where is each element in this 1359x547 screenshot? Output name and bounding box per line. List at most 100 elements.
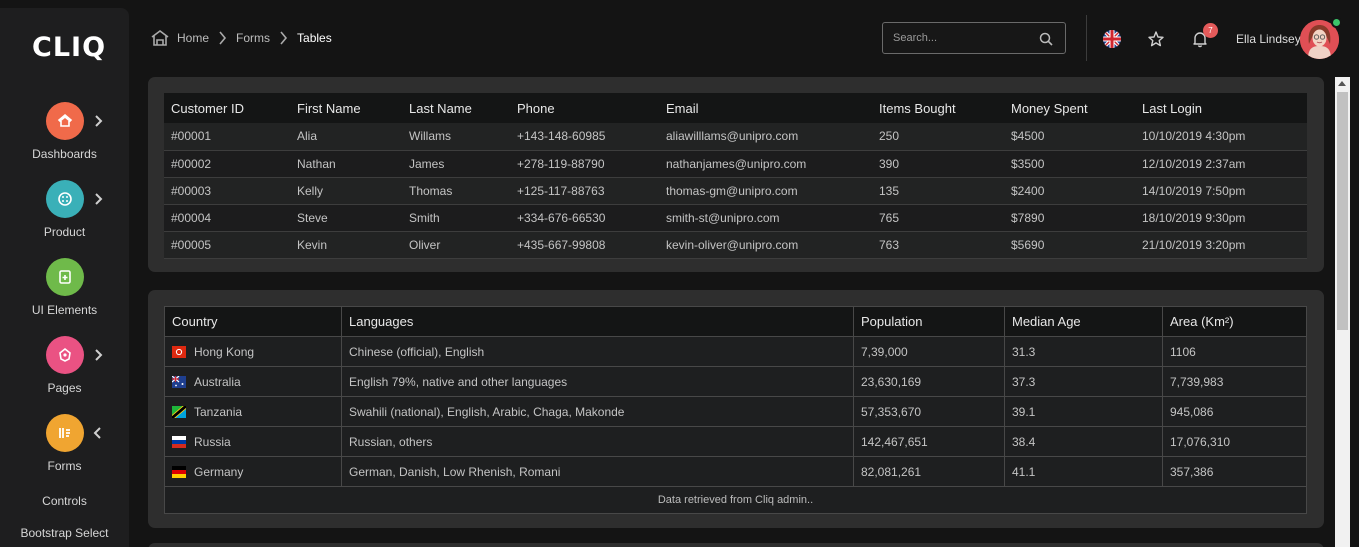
table-row[interactable]: Germany German, Danish, Low Rhenish, Rom… bbox=[164, 456, 1307, 487]
column-header[interactable]: Population bbox=[853, 306, 1005, 337]
cell-first-name: Kelly bbox=[290, 177, 402, 205]
cell-customer-id: #00001 bbox=[164, 123, 290, 151]
country-name: Tanzania bbox=[194, 404, 243, 419]
column-header[interactable]: Money Spent bbox=[1004, 93, 1135, 123]
table-row[interactable]: Australia English 79%, native and other … bbox=[164, 366, 1307, 397]
breadcrumb-forms[interactable]: Forms bbox=[236, 31, 270, 45]
brand-logo[interactable]: CLIQ bbox=[32, 32, 106, 63]
scroll-up-arrow[interactable] bbox=[1338, 81, 1346, 86]
cell-first-name: Steve bbox=[290, 204, 402, 232]
uk-flag-icon[interactable] bbox=[1103, 30, 1121, 48]
cell-last-login: 14/10/2019 7:50pm bbox=[1135, 177, 1307, 205]
column-header[interactable]: Last Login bbox=[1135, 93, 1307, 123]
user-name[interactable]: Ella Lindsey bbox=[1236, 32, 1301, 46]
country-name: Australia bbox=[194, 374, 241, 389]
table-row[interactable]: Tanzania Swahili (national), English, Ar… bbox=[164, 396, 1307, 427]
table-row[interactable]: #00001 Alia Willams +143-148-60985 aliaw… bbox=[164, 123, 1307, 151]
cell-first-name: Kevin bbox=[290, 231, 402, 259]
cell-area: 1106 bbox=[1162, 336, 1307, 367]
countries-card: Country Languages Population Median Age … bbox=[148, 290, 1324, 528]
table-header-row: Customer ID First Name Last Name Phone E… bbox=[164, 93, 1307, 123]
column-header[interactable]: Customer ID bbox=[164, 93, 290, 123]
cell-customer-id: #00002 bbox=[164, 150, 290, 178]
cell-items-bought: 135 bbox=[872, 177, 1004, 205]
column-header[interactable]: Phone bbox=[510, 93, 659, 123]
cell-languages: Russian, others bbox=[341, 426, 854, 457]
cell-money-spent: $5690 bbox=[1004, 231, 1135, 259]
cell-items-bought: 765 bbox=[872, 204, 1004, 232]
scrollbar-thumb[interactable] bbox=[1337, 92, 1348, 330]
cell-median-age: 37.3 bbox=[1004, 366, 1163, 397]
cell-phone: +278-119-88790 bbox=[510, 150, 659, 178]
customers-table: Customer ID First Name Last Name Phone E… bbox=[164, 93, 1307, 259]
column-header[interactable]: Languages bbox=[341, 306, 854, 337]
australia-flag-icon bbox=[172, 375, 186, 388]
column-header[interactable]: Area (Km²) bbox=[1162, 306, 1307, 337]
next-card bbox=[148, 543, 1324, 547]
star-icon[interactable] bbox=[1147, 30, 1165, 48]
home-icon[interactable] bbox=[150, 29, 170, 47]
cell-languages: Swahili (national), English, Arabic, Cha… bbox=[341, 396, 854, 427]
cell-languages: Chinese (official), English bbox=[341, 336, 854, 367]
table-row[interactable]: #00005 Kevin Oliver +435-667-99808 kevin… bbox=[164, 231, 1307, 259]
cell-population: 7,39,000 bbox=[853, 336, 1005, 367]
table-row[interactable]: Hong Kong Chinese (official), English 7,… bbox=[164, 336, 1307, 367]
chevron-right-icon bbox=[219, 31, 227, 45]
home-icon bbox=[46, 102, 84, 140]
germany-flag-icon bbox=[172, 465, 186, 478]
cell-last-name: Oliver bbox=[402, 231, 510, 259]
breadcrumb-home[interactable]: Home bbox=[177, 31, 209, 45]
column-header[interactable]: Median Age bbox=[1004, 306, 1163, 337]
table-row[interactable]: #00003 Kelly Thomas +125-117-88763 thoma… bbox=[164, 177, 1307, 205]
column-header[interactable]: Email bbox=[659, 93, 872, 123]
cell-last-name: Thomas bbox=[402, 177, 510, 205]
sidebar-subitem-bootstrap-select[interactable]: Bootstrap Select bbox=[0, 526, 129, 540]
cell-country: Hong Kong bbox=[164, 336, 342, 367]
forms-icon bbox=[46, 414, 84, 452]
cell-first-name: Alia bbox=[290, 123, 402, 151]
search-icon[interactable] bbox=[1039, 32, 1053, 46]
cell-population: 142,467,651 bbox=[853, 426, 1005, 457]
column-header[interactable]: First Name bbox=[290, 93, 402, 123]
sidebar-item-label: Pages bbox=[47, 381, 82, 395]
breadcrumb-current: Tables bbox=[297, 31, 332, 45]
sidebar-subitem-controls[interactable]: Controls bbox=[0, 494, 129, 508]
cell-email: smith-st@unipro.com bbox=[659, 204, 872, 232]
table-row[interactable]: #00002 Nathan James +278-119-88790 natha… bbox=[164, 150, 1307, 178]
chevron-right-icon bbox=[95, 193, 103, 205]
country-name: Germany bbox=[194, 464, 244, 479]
table-footer-row: Data retrieved from Cliq admin.. bbox=[164, 486, 1307, 514]
hong-kong-flag-icon bbox=[172, 345, 186, 358]
column-header[interactable]: Items Bought bbox=[872, 93, 1004, 123]
cell-email: aliawilllams@unipro.com bbox=[659, 123, 872, 151]
column-header[interactable]: Last Name bbox=[402, 93, 510, 123]
sidebar: CLIQ Dashboards Product UI Elements Page… bbox=[0, 8, 129, 547]
cell-money-spent: $3500 bbox=[1004, 150, 1135, 178]
table-row[interactable]: Russia Russian, others 142,467,651 38.4 … bbox=[164, 426, 1307, 457]
cell-languages: German, Danish, Low Rhenish, Romani bbox=[341, 456, 854, 487]
cell-median-age: 38.4 bbox=[1004, 426, 1163, 457]
customers-card: Customer ID First Name Last Name Phone E… bbox=[148, 77, 1324, 272]
column-header[interactable]: Country bbox=[164, 306, 342, 337]
cell-items-bought: 250 bbox=[872, 123, 1004, 151]
table-row[interactable]: #00004 Steve Smith +334-676-66530 smith-… bbox=[164, 204, 1307, 232]
table-header-row: Country Languages Population Median Age … bbox=[164, 306, 1307, 337]
countries-table: Country Languages Population Median Age … bbox=[164, 306, 1307, 514]
cell-phone: +435-667-99808 bbox=[510, 231, 659, 259]
cell-country: Tanzania bbox=[164, 396, 342, 427]
palette-icon bbox=[46, 180, 84, 218]
cell-money-spent: $4500 bbox=[1004, 123, 1135, 151]
cell-email: nathanjames@unipro.com bbox=[659, 150, 872, 178]
notification-badge: 7 bbox=[1203, 23, 1218, 38]
chevron-right-icon bbox=[280, 31, 288, 45]
sidebar-item-label: Dashboards bbox=[32, 147, 97, 161]
cell-money-spent: $2400 bbox=[1004, 177, 1135, 205]
chevron-right-icon bbox=[95, 349, 103, 361]
chevron-right-icon bbox=[95, 115, 103, 127]
pages-icon bbox=[46, 336, 84, 374]
cell-first-name: Nathan bbox=[290, 150, 402, 178]
online-status-dot bbox=[1331, 17, 1342, 28]
cell-country: Russia bbox=[164, 426, 342, 457]
cell-phone: +125-117-88763 bbox=[510, 177, 659, 205]
search-input[interactable] bbox=[883, 23, 1033, 53]
